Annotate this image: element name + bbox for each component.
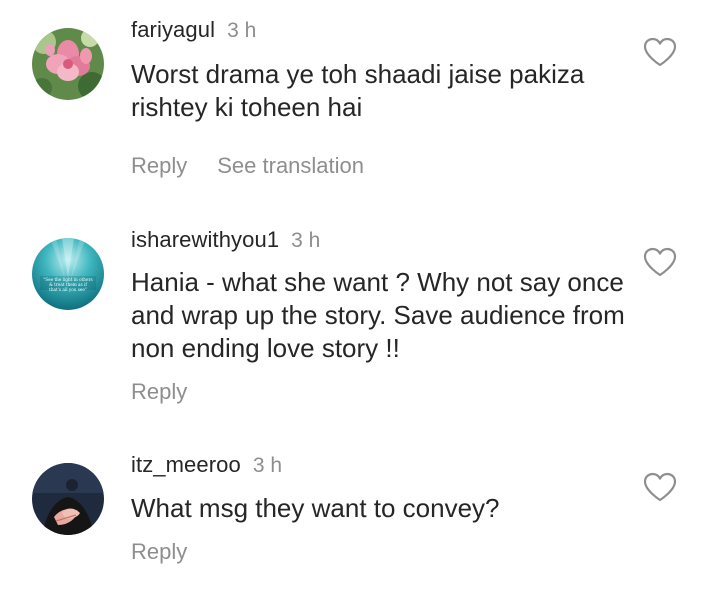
hands-avatar-icon xyxy=(32,463,104,535)
like-heart-icon[interactable] xyxy=(643,37,677,67)
reply-button[interactable]: Reply xyxy=(131,153,187,179)
username[interactable]: fariyagul xyxy=(131,17,215,42)
like-heart-icon[interactable] xyxy=(643,472,677,502)
timestamp: 3 h xyxy=(291,229,321,252)
ocean-quote-avatar-icon: "See the light in others & treat them as… xyxy=(32,238,104,310)
reply-button[interactable]: Reply xyxy=(131,539,187,565)
avatar[interactable] xyxy=(32,463,104,535)
username[interactable]: itz_meeroo xyxy=(131,452,241,477)
like-heart-icon[interactable] xyxy=(643,247,677,277)
comment-text: What msg they want to convey? xyxy=(131,493,500,523)
comment-actions: Reply xyxy=(131,379,187,405)
comment-actions: Reply xyxy=(131,539,187,565)
comment-actions: Reply See translation xyxy=(131,153,364,179)
comment-header: fariyagul 3 h xyxy=(131,17,256,44)
username[interactable]: isharewithyou1 xyxy=(131,227,279,252)
avatar[interactable]: "See the light in others & treat them as… xyxy=(32,238,104,310)
comment-text: Hania - what she want ? Why not say once… xyxy=(131,267,625,363)
comment-header: itz_meeroo 3 h xyxy=(131,452,282,479)
svg-text:that's all you see": that's all you see" xyxy=(49,287,87,292)
comment-text: Worst drama ye toh shaadi jaise pakiza r… xyxy=(131,59,585,122)
comment-header: isharewithyou1 3 h xyxy=(131,227,320,254)
timestamp: 3 h xyxy=(252,454,283,477)
timestamp: 3 h xyxy=(227,19,257,42)
reply-button[interactable]: Reply xyxy=(131,379,187,405)
see-translation-button[interactable]: See translation xyxy=(217,153,364,179)
flower-avatar-icon xyxy=(32,28,104,100)
comments-list: fariyagul 3 h Worst drama ye toh shaadi j… xyxy=(0,0,720,591)
avatar[interactable] xyxy=(32,28,104,100)
